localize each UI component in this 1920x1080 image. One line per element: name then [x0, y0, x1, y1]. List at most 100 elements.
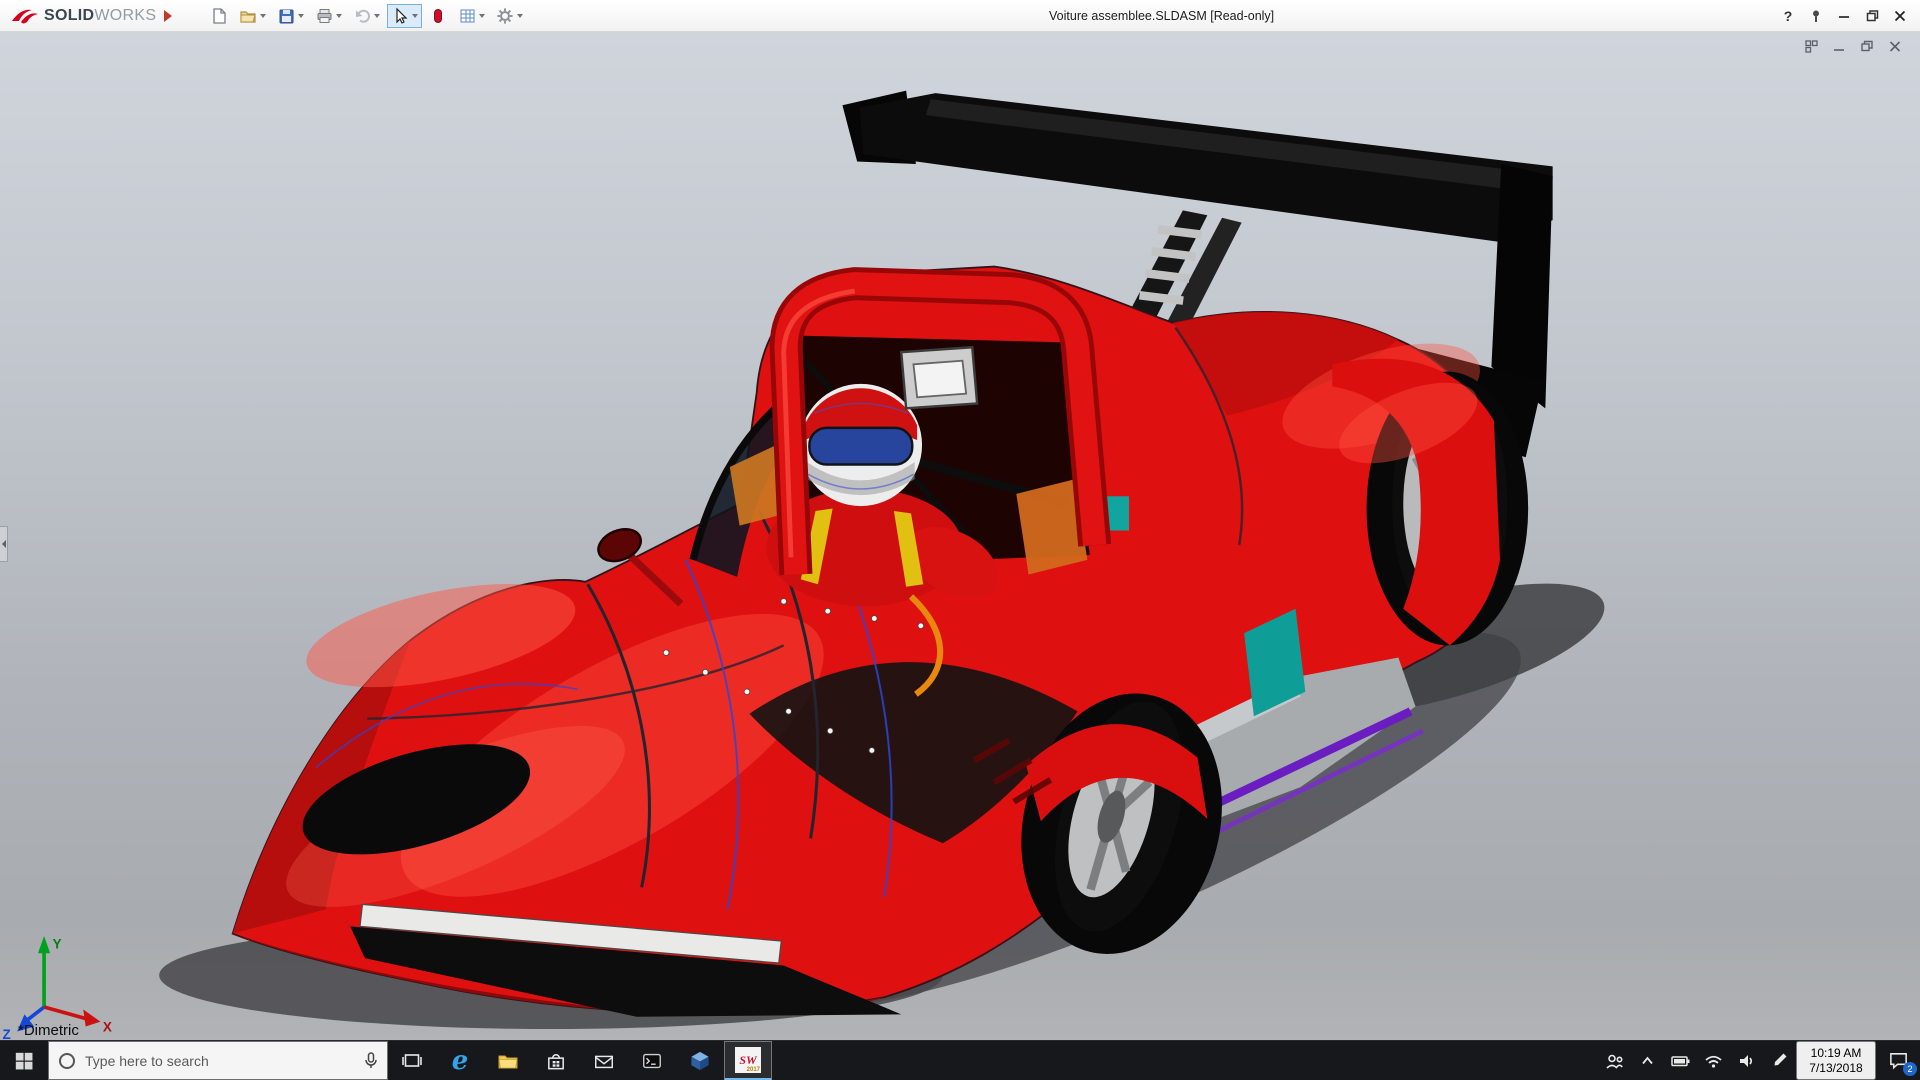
doc-close-button[interactable]	[1884, 38, 1906, 55]
doc-minimize-icon	[1832, 40, 1846, 53]
cube-icon	[689, 1050, 711, 1072]
speaker-icon	[1737, 1051, 1756, 1071]
clock-date: 7/13/2018	[1809, 1061, 1862, 1076]
store-bag-icon	[545, 1050, 567, 1072]
doc-restore-button[interactable]	[1856, 38, 1878, 55]
solidworks-2017-button[interactable]: SW 2017	[724, 1041, 772, 1080]
view-orientation-label: *Dimetric	[18, 1022, 79, 1039]
document-window-controls	[1800, 38, 1906, 55]
file-explorer-button[interactable]	[484, 1041, 532, 1080]
open-dropdown-caret[interactable]	[260, 14, 266, 18]
options-button[interactable]	[492, 4, 527, 28]
mail-button[interactable]	[580, 1041, 628, 1080]
pin-button[interactable]	[1802, 3, 1830, 29]
close-button[interactable]	[1886, 3, 1914, 29]
triad-x-label: X	[103, 1019, 112, 1034]
open-folder-icon	[239, 7, 257, 25]
system-tray: 10:19 AM 7/13/2018 2	[1598, 1041, 1920, 1080]
spreadsheet-icon	[458, 7, 476, 25]
gear-icon	[496, 7, 514, 25]
help-button[interactable]: ?	[1774, 3, 1802, 29]
doc-restore-icon	[1860, 40, 1874, 53]
people-button[interactable]	[1598, 1041, 1631, 1080]
command-prompt-button[interactable]	[628, 1041, 676, 1080]
open-button[interactable]	[235, 4, 270, 28]
undo-dropdown-caret[interactable]	[374, 14, 380, 18]
print-icon	[315, 7, 333, 25]
triad-z-label: Z	[2, 1027, 10, 1040]
command-prompt-icon	[641, 1050, 663, 1072]
desktop-screen: SOLIDWORKS	[0, 0, 1920, 1080]
brand-solid: SOLID	[44, 7, 94, 24]
battery-icon	[1670, 1051, 1691, 1071]
close-icon	[1892, 8, 1908, 24]
store-button[interactable]	[532, 1041, 580, 1080]
battery-button[interactable]	[1664, 1041, 1697, 1080]
design-table-button[interactable]	[454, 4, 489, 28]
people-icon	[1604, 1051, 1625, 1071]
clock-time: 10:19 AM	[1811, 1046, 1862, 1061]
volume-button[interactable]	[1730, 1041, 1763, 1080]
pin-icon	[1808, 8, 1824, 24]
quick-toolbar	[206, 4, 527, 28]
microphone-icon[interactable]	[363, 1051, 379, 1071]
maximize-button[interactable]	[1858, 3, 1886, 29]
network-button[interactable]	[1697, 1041, 1730, 1080]
taskbar-search[interactable]	[48, 1041, 388, 1080]
new-document-icon	[210, 7, 228, 25]
3d-model-canvas[interactable]: Y X Z	[0, 32, 1920, 1040]
solidworks-logo: SOLIDWORKS	[6, 6, 156, 26]
edge-icon: e	[452, 1048, 469, 1074]
cortana-icon	[57, 1051, 77, 1071]
titlebar: SOLIDWORKS	[0, 0, 1920, 32]
window-grid-icon	[1805, 40, 1818, 53]
solidworks-app-icon: SW 2017	[735, 1047, 761, 1073]
menu-flyout-arrow[interactable]	[164, 10, 172, 22]
new-document-button[interactable]	[206, 4, 232, 28]
pen-settings-button[interactable]	[1763, 1041, 1796, 1080]
save-dropdown-caret[interactable]	[298, 14, 304, 18]
notification-badge: 2	[1903, 1062, 1917, 1076]
minimize-button[interactable]	[1830, 3, 1858, 29]
panel-collapse-handle[interactable]	[0, 526, 8, 562]
solidworks-rx-button[interactable]	[425, 4, 451, 28]
wifi-icon	[1703, 1051, 1724, 1070]
undo-button[interactable]	[349, 4, 384, 28]
brand-works: WORKS	[94, 7, 156, 24]
design-table-dropdown-caret[interactable]	[479, 14, 485, 18]
windows-taskbar: e	[0, 1040, 1920, 1080]
air-intake	[901, 347, 977, 408]
save-button[interactable]	[273, 4, 308, 28]
ds-logo-icon	[10, 6, 40, 26]
triad-y-label: Y	[53, 936, 62, 951]
task-view-button[interactable]	[388, 1041, 436, 1080]
edge-button[interactable]: e	[436, 1041, 484, 1080]
doc-close-icon	[1888, 40, 1902, 53]
folder-icon	[497, 1050, 519, 1072]
select-tool-button[interactable]	[387, 4, 422, 28]
save-icon	[277, 7, 295, 25]
doc-window-menu-button[interactable]	[1800, 38, 1822, 55]
options-dropdown-caret[interactable]	[517, 14, 523, 18]
window-controls: ?	[1774, 3, 1914, 29]
graphics-area[interactable]: Y X Z *Dimetric	[0, 32, 1920, 1040]
action-center-button[interactable]: 2	[1876, 1041, 1920, 1080]
solidworks-cube-button[interactable]	[676, 1041, 724, 1080]
print-dropdown-caret[interactable]	[336, 14, 342, 18]
select-cursor-icon	[391, 7, 409, 25]
undo-icon	[353, 7, 371, 25]
restore-icon	[1864, 8, 1880, 24]
tray-overflow-button[interactable]	[1631, 1041, 1664, 1080]
doc-minimize-button[interactable]	[1828, 38, 1850, 55]
windows-logo-icon	[14, 1051, 34, 1071]
mail-icon	[593, 1050, 615, 1072]
minimize-icon	[1836, 8, 1852, 24]
select-dropdown-caret[interactable]	[412, 14, 418, 18]
start-button[interactable]	[0, 1041, 48, 1080]
red-capsule-icon	[429, 7, 447, 25]
print-button[interactable]	[311, 4, 346, 28]
search-input[interactable]	[85, 1053, 355, 1069]
taskbar-clock[interactable]: 10:19 AM 7/13/2018	[1796, 1041, 1876, 1080]
task-view-icon	[401, 1050, 423, 1072]
chevron-up-icon	[1638, 1051, 1657, 1070]
